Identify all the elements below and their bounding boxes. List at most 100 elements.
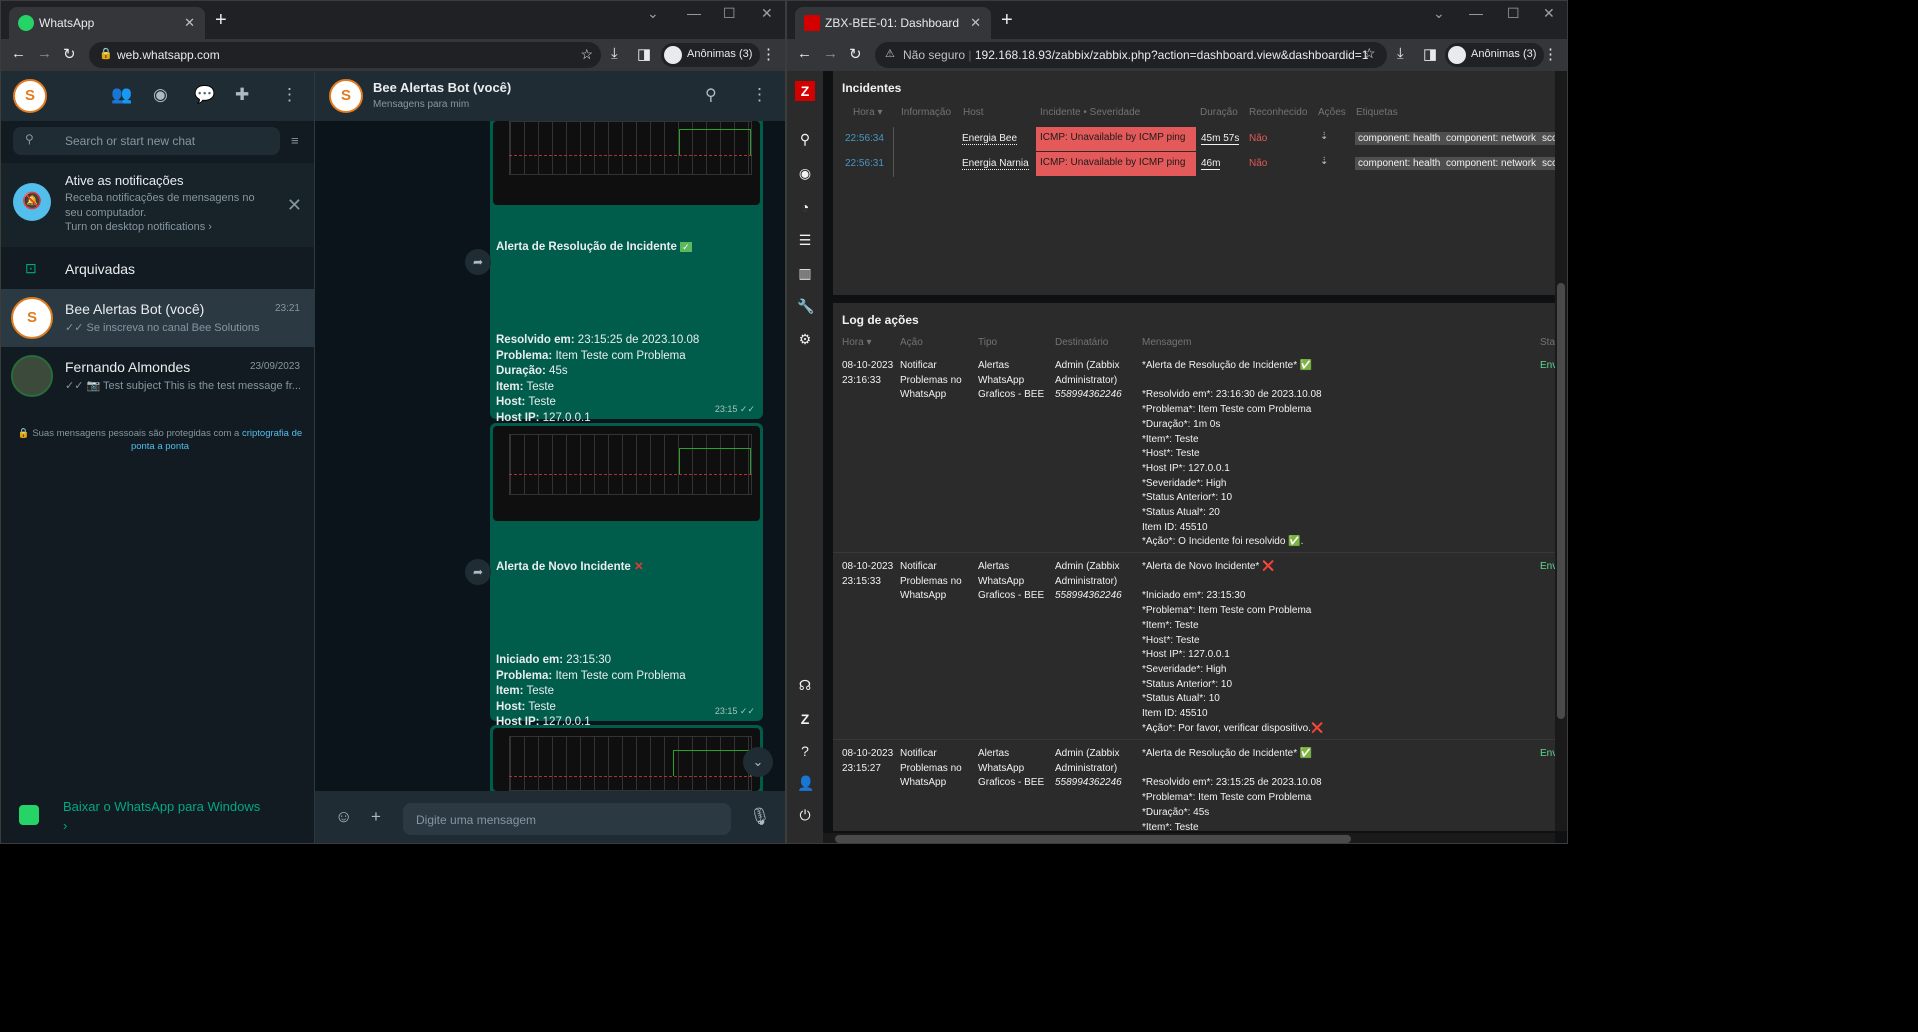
graph-image[interactable] bbox=[493, 728, 760, 791]
emoji-icon[interactable]: ☺ bbox=[335, 807, 352, 827]
scroll-down-icon[interactable]: ⌄ bbox=[743, 747, 773, 777]
conversation-header[interactable]: S Bee Alertas Bot (você) Mensagens para … bbox=[315, 71, 785, 121]
download-icon[interactable]: ⤓ bbox=[611, 45, 618, 62]
filter-icon[interactable]: ≡ bbox=[291, 133, 299, 148]
actions-icon[interactable]: ⇣ bbox=[1320, 131, 1328, 142]
user-settings-icon[interactable]: 👤 bbox=[797, 775, 814, 792]
message-bubble[interactable] bbox=[490, 725, 763, 791]
col-header[interactable]: Host bbox=[963, 107, 984, 118]
minimize-icon[interactable]: — bbox=[687, 5, 701, 21]
browser-menu-icon[interactable]: ⋮ bbox=[1543, 45, 1558, 63]
incognito-profile-button[interactable]: Anônimas (3) bbox=[1445, 43, 1545, 67]
services-icon[interactable]: ◔ bbox=[797, 199, 813, 215]
incident-duration[interactable]: 45m 57s bbox=[1201, 133, 1240, 145]
reports-icon[interactable]: ▥ bbox=[797, 265, 813, 282]
col-header[interactable]: Incidente • Severidade bbox=[1040, 107, 1140, 118]
back-icon[interactable]: ← bbox=[797, 45, 812, 62]
chat-item-bee-alertas[interactable]: S Bee Alertas Bot (você) 23:21 ✓✓ Se ins… bbox=[1, 289, 314, 347]
archived-row[interactable]: ⊡ Arquivadas bbox=[1, 249, 314, 289]
incident-problem[interactable]: ICMP: Unavailable by ICMP ping bbox=[1036, 152, 1196, 176]
minimize-icon[interactable]: — bbox=[1469, 5, 1483, 21]
inventory-icon[interactable]: ☰ bbox=[797, 232, 813, 249]
address-bar[interactable]: 🔒 web.whatsapp.com ☆ bbox=[89, 42, 601, 68]
incident-ack[interactable]: Não bbox=[1249, 133, 1267, 144]
menu-icon[interactable]: ⋮ bbox=[281, 85, 298, 105]
scrollbar-thumb[interactable] bbox=[1557, 283, 1565, 719]
back-icon[interactable]: ← bbox=[11, 45, 26, 62]
search-icon[interactable]: ⚲ bbox=[705, 85, 717, 105]
tag[interactable]: component: health bbox=[1355, 132, 1444, 145]
chat-item-fernando[interactable]: Fernando Almondes 23/09/2023 ✓✓ 📷 Test s… bbox=[1, 347, 314, 405]
maximize-icon[interactable]: ☐ bbox=[723, 5, 736, 22]
vertical-scrollbar[interactable] bbox=[1555, 71, 1567, 831]
forward-icon[interactable]: → bbox=[37, 45, 52, 62]
address-bar[interactable]: ⚠ Não seguro | 192.168.18.93/zabbix/zabb… bbox=[875, 42, 1387, 68]
actions-icon[interactable]: ⇣ bbox=[1320, 156, 1328, 167]
attach-icon[interactable]: + bbox=[371, 807, 381, 827]
bookmark-star-icon[interactable]: ☆ bbox=[1363, 45, 1376, 62]
tab-zabbix-dashboard[interactable]: ZBX-BEE-01: Dashboard ✕ bbox=[795, 7, 991, 39]
graph-image[interactable] bbox=[493, 426, 760, 521]
close-window-icon[interactable]: ✕ bbox=[761, 5, 773, 22]
incident-host[interactable]: Energia Bee bbox=[962, 133, 1018, 145]
reload-icon[interactable]: ↻ bbox=[849, 45, 862, 63]
profile-avatar[interactable]: S bbox=[13, 79, 47, 113]
tab-whatsapp[interactable]: WhatsApp ✕ bbox=[9, 7, 205, 39]
incident-time[interactable]: 22:56:34 bbox=[845, 133, 884, 144]
close-window-icon[interactable]: ✕ bbox=[1543, 5, 1555, 22]
menu-icon[interactable]: ⋮ bbox=[751, 85, 768, 105]
monitoring-eye-icon[interactable]: ◉ bbox=[797, 165, 813, 182]
incident-host[interactable]: Energia Narnia bbox=[962, 158, 1029, 170]
new-chat-icon[interactable]: ✚ bbox=[235, 85, 249, 105]
tab-search-icon[interactable]: ⌄ bbox=[1433, 5, 1445, 22]
download-banner[interactable]: Baixar o WhatsApp para Windows › bbox=[1, 791, 314, 843]
col-header[interactable]: Hora ▾ bbox=[853, 107, 882, 118]
tag[interactable]: component: health bbox=[1355, 157, 1444, 170]
search-input[interactable]: ⚲ Search or start new chat bbox=[13, 127, 280, 155]
col-header[interactable]: Hora ▾ bbox=[842, 337, 871, 348]
communities-icon[interactable]: 👥 bbox=[111, 85, 132, 105]
sign-out-icon[interactable]: ⏻ bbox=[797, 807, 813, 824]
status-icon[interactable]: ◉ bbox=[153, 85, 168, 105]
close-icon[interactable]: ✕ bbox=[287, 195, 302, 216]
zabbix-share-icon[interactable]: Z bbox=[797, 711, 813, 727]
horizontal-scrollbar[interactable] bbox=[823, 833, 1555, 843]
channels-icon[interactable]: 💬 bbox=[194, 85, 215, 105]
tag[interactable]: component: network bbox=[1443, 132, 1540, 145]
support-icon[interactable]: ☊ bbox=[797, 677, 813, 694]
bookmark-star-icon[interactable]: ☆ bbox=[580, 46, 593, 63]
new-tab-icon[interactable]: + bbox=[215, 9, 227, 32]
incident-problem[interactable]: ICMP: Unavailable by ICMP ping bbox=[1036, 127, 1196, 151]
download-icon[interactable]: ⤓ bbox=[1397, 45, 1404, 62]
graph-image[interactable] bbox=[493, 121, 760, 205]
incident-ack[interactable]: Não bbox=[1249, 158, 1267, 169]
administration-gear-icon[interactable]: ⚙ bbox=[797, 331, 813, 348]
scrollbar-thumb[interactable] bbox=[835, 835, 1351, 843]
enable-notifications-link[interactable]: Turn on desktop notifications › bbox=[65, 221, 212, 233]
tab-search-icon[interactable]: ⌄ bbox=[647, 5, 659, 22]
message-input[interactable]: Digite uma mensagem bbox=[403, 803, 731, 835]
help-icon[interactable]: ? bbox=[797, 743, 813, 759]
forward-icon[interactable]: ➦ bbox=[465, 559, 491, 585]
incident-time[interactable]: 22:56:31 bbox=[845, 158, 884, 169]
browser-menu-icon[interactable]: ⋮ bbox=[761, 45, 776, 63]
col-header: Tipo bbox=[978, 337, 998, 348]
close-tab-icon[interactable]: ✕ bbox=[184, 15, 195, 31]
side-panel-icon[interactable]: ◨ bbox=[637, 45, 651, 63]
microphone-icon[interactable]: 🎙 bbox=[749, 807, 771, 827]
message-bubble[interactable]: Alerta de Novo Incidente ✕ Iniciado em: … bbox=[490, 423, 763, 806]
new-tab-icon[interactable]: + bbox=[1001, 9, 1013, 32]
tag[interactable]: component: network bbox=[1443, 157, 1540, 170]
data-collection-icon[interactable]: 🔧 bbox=[797, 298, 814, 315]
forward-icon[interactable]: → bbox=[823, 45, 838, 62]
message-bubble[interactable]: Alerta de Resolução de Incidente ✓ Resol… bbox=[490, 121, 763, 501]
incognito-profile-button[interactable]: Anônimas (3) bbox=[661, 43, 761, 67]
side-panel-icon[interactable]: ◨ bbox=[1423, 45, 1437, 63]
search-icon[interactable]: ⚲ bbox=[797, 131, 813, 148]
incident-duration[interactable]: 46m bbox=[1201, 158, 1221, 170]
maximize-icon[interactable]: ☐ bbox=[1507, 5, 1520, 22]
forward-icon[interactable]: ➦ bbox=[465, 249, 491, 275]
zabbix-logo-icon[interactable]: Z bbox=[795, 81, 815, 101]
close-tab-icon[interactable]: ✕ bbox=[970, 15, 981, 31]
reload-icon[interactable]: ↻ bbox=[63, 45, 76, 63]
